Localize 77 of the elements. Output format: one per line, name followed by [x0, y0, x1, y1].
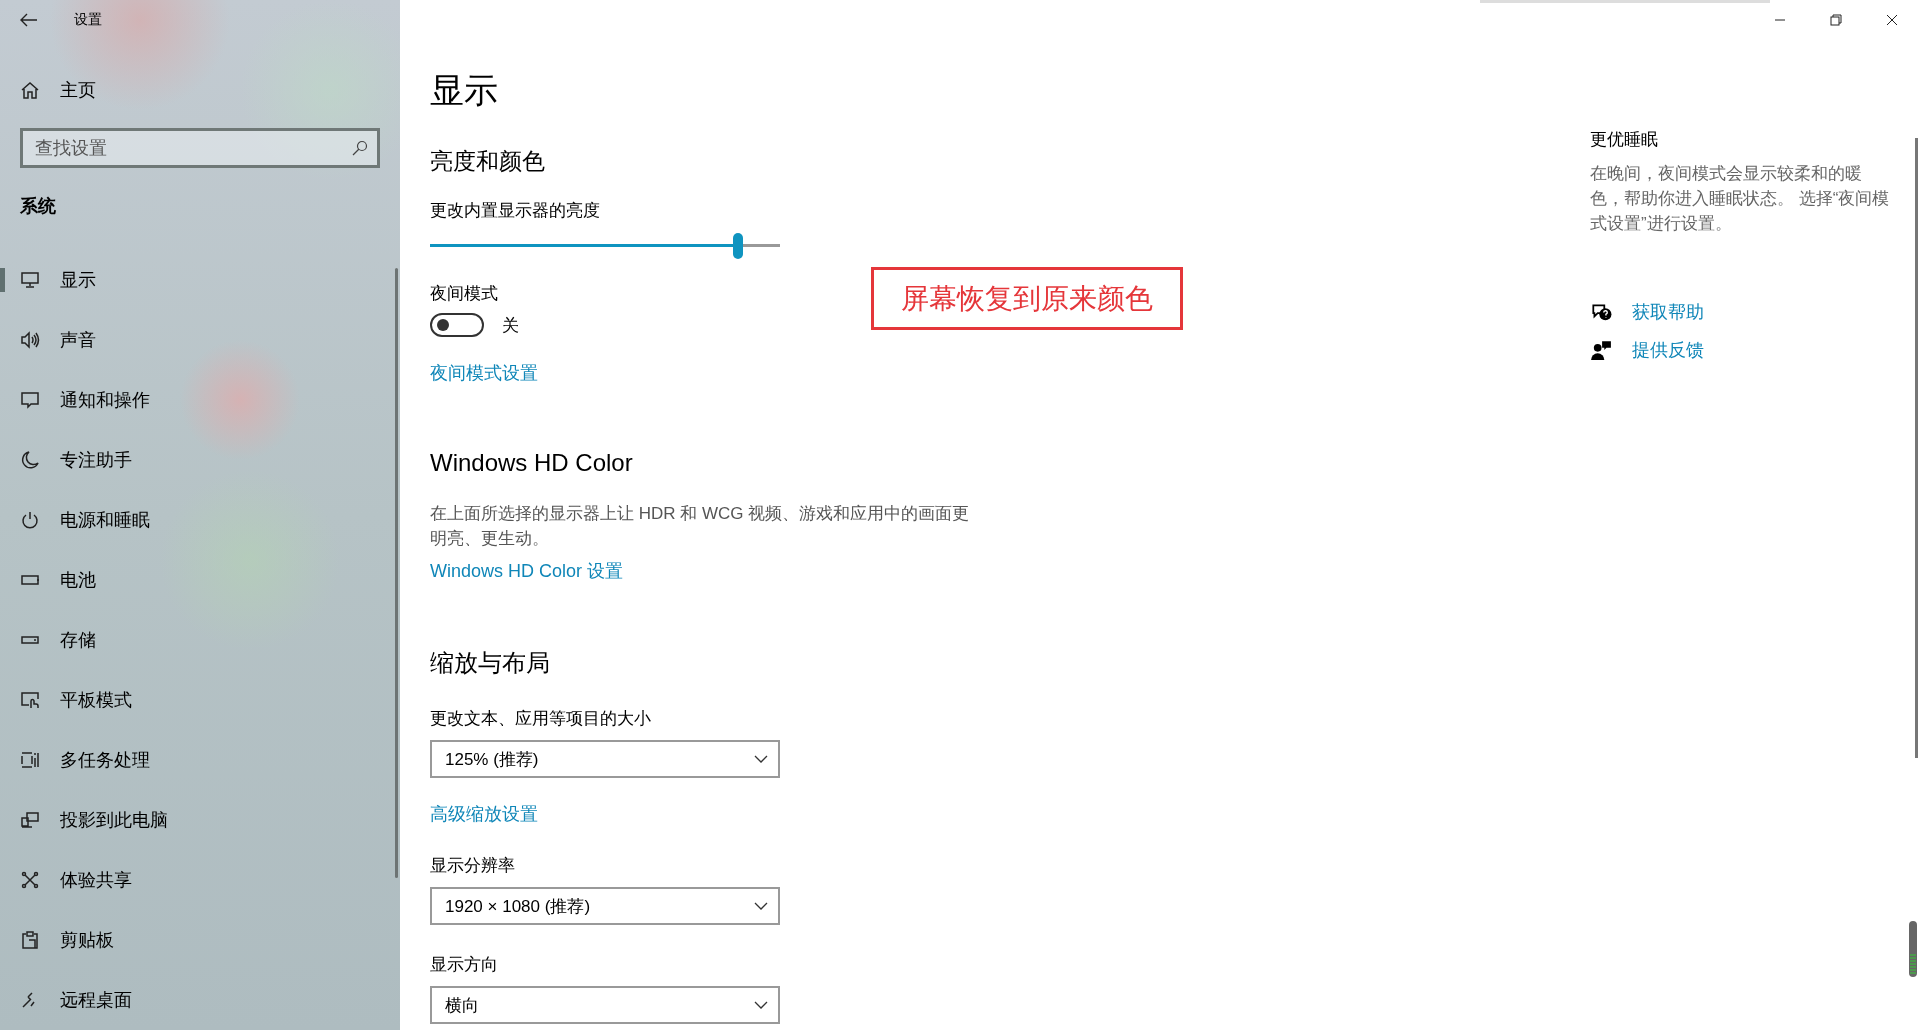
dropdown[interactable]: 横向 [430, 986, 780, 1024]
toggle-switch[interactable] [430, 313, 484, 337]
clipboard-icon [20, 930, 40, 950]
section-heading: 缩放与布局 [430, 648, 550, 678]
search-icon [352, 140, 368, 156]
sidebar-item-label: 体验共享 [60, 869, 132, 892]
sidebar-item[interactable]: 体验共享 [0, 850, 400, 910]
help-link[interactable]: 获取帮助 [1632, 300, 1704, 324]
sidebar-item[interactable]: 剪贴板 [0, 910, 400, 970]
sidebar-item-label: 通知和操作 [60, 389, 150, 412]
sidebar-item[interactable]: 投影到此电脑 [0, 790, 400, 850]
chevron-down-icon [754, 1001, 768, 1009]
meter-icon [1908, 920, 1918, 978]
toggle-state: 关 [502, 314, 519, 337]
scrollbar[interactable] [395, 268, 398, 878]
sidebar-item[interactable]: 声音 [0, 310, 400, 370]
multitask-icon [20, 750, 40, 770]
sidebar-item-label: 电源和睡眠 [60, 509, 150, 532]
settings-link[interactable]: 夜间模式设置 [430, 361, 538, 385]
setting-label: 显示方向 [430, 954, 498, 976]
share-icon [20, 870, 40, 890]
close-icon[interactable] [1884, 12, 1900, 28]
home-icon [20, 80, 40, 100]
section-heading: 亮度和颜色 [430, 147, 545, 176]
dropdown[interactable]: 125% (推荐) [430, 740, 780, 778]
home-link[interactable]: 主页 [20, 78, 96, 102]
help-link[interactable]: 提供反馈 [1632, 338, 1704, 362]
projector-icon [20, 810, 40, 830]
feedback-icon [1590, 339, 1612, 361]
page-title: 显示 [430, 70, 498, 111]
restore-icon[interactable] [1828, 12, 1844, 28]
tablet-icon [20, 690, 40, 710]
chevron-down-icon [754, 755, 768, 763]
setting-label: 更改内置显示器的亮度 [430, 200, 600, 222]
window-title: 设置 [74, 11, 102, 29]
sidebar-item-label: 剪贴板 [60, 929, 114, 952]
power-icon [20, 510, 40, 530]
setting-label: 夜间模式 [430, 283, 498, 305]
sidebar-item-label: 声音 [60, 329, 96, 352]
sidebar-item-label: 显示 [60, 269, 96, 292]
sidebar-item-label: 专注助手 [60, 449, 132, 472]
setting-label: 更改文本、应用等项目的大小 [430, 708, 651, 730]
sidebar-item[interactable]: 显示 [0, 250, 400, 310]
section-heading: 系统 [20, 195, 57, 218]
sidebar-item[interactable]: 专注助手 [0, 430, 400, 490]
settings-link[interactable]: Windows HD Color 设置 [430, 559, 624, 583]
sidebar-item-label: 平板模式 [60, 689, 132, 712]
aside-text: 在晚间，夜间模式会显示较柔和的暖色，帮助你进入睡眠状态。 选择“夜间模式设置”进行设置。 [1590, 163, 1890, 235]
description-text: 在上面所选择的显示器上让 HDR 和 WCG 视频、游戏和应用中的画面更明亮、更生动。 [430, 503, 970, 550]
home-label: 主页 [60, 79, 96, 102]
monitor-icon [20, 270, 40, 290]
sidebar-item[interactable]: 通知和操作 [0, 370, 400, 430]
message-icon [20, 390, 40, 410]
chevron-down-icon [754, 902, 768, 910]
dropdown[interactable]: 1920 × 1080 (推荐) [430, 887, 780, 925]
scrollbar[interactable] [1915, 138, 1918, 758]
sidebar-item[interactable]: 远程桌面 [0, 970, 400, 1030]
sidebar-item[interactable]: 电源和睡眠 [0, 490, 400, 550]
sidebar-item[interactable]: 存储 [0, 610, 400, 670]
settings-link[interactable]: 高级缩放设置 [430, 802, 538, 826]
section-heading: Windows HD Color [430, 449, 633, 477]
sidebar-item[interactable]: 电池 [0, 550, 400, 610]
speaker-icon [20, 330, 40, 350]
sidebar-item-label: 存储 [60, 629, 96, 652]
sidebar-item[interactable]: 平板模式 [0, 670, 400, 730]
sidebar-item-label: 电池 [60, 569, 96, 592]
moon-icon [20, 450, 40, 470]
sidebar-item-label: 投影到此电脑 [60, 809, 168, 832]
sidebar-item-label: 多任务处理 [60, 749, 150, 772]
sidebar-item-label: 远程桌面 [60, 989, 132, 1012]
search-field[interactable]: 查找设置 [20, 128, 380, 168]
sidebar-item[interactable]: 多任务处理 [0, 730, 400, 790]
back-icon[interactable] [20, 13, 38, 27]
slider-thumb[interactable] [733, 233, 743, 259]
annotation-callout: 屏幕恢复到原来颜色 [871, 267, 1183, 330]
setting-label: 显示分辨率 [430, 855, 515, 877]
aside-heading: 更优睡眠 [1590, 129, 1659, 151]
